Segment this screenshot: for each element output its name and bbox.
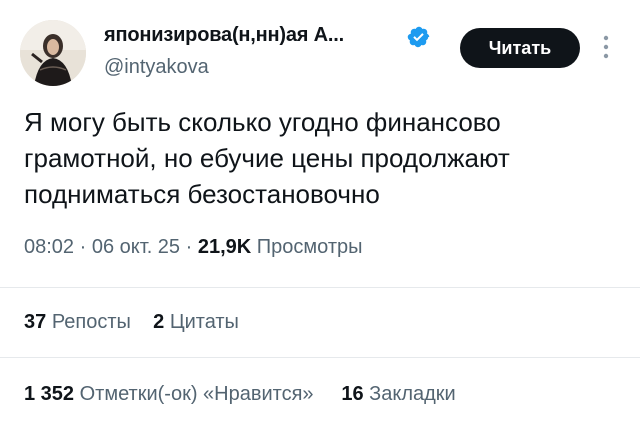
views-label: Просмотры (256, 236, 363, 258)
more-options-icon[interactable] (596, 30, 616, 64)
engagement-row-likes: 1 352 Отметки(-ок) «Нравится» 16 Закладк… (24, 383, 456, 406)
divider (0, 357, 640, 358)
views-count: 21,9K (197, 236, 252, 258)
avatar[interactable] (20, 20, 86, 86)
tweet-time[interactable]: 08:02 (24, 236, 74, 258)
meta-separator: · (180, 236, 198, 258)
quotes-label: Цитаты (169, 311, 239, 333)
tweet-text: Я могу быть сколько угодно финансово гра… (24, 107, 510, 209)
verified-badge-icon (407, 26, 430, 48)
meta-separator: · (74, 236, 92, 258)
engagement-row-reposts: 37 Репосты 2 Цитаты (24, 311, 239, 334)
bookmarks-label: Закладки (369, 383, 456, 405)
bookmarks-count: 16 (341, 383, 364, 405)
divider (0, 287, 640, 288)
reposts-stat[interactable]: 37 Репосты (24, 311, 131, 333)
likes-label: Отметки(-ок) «Нравится» (79, 383, 314, 405)
quotes-count: 2 (153, 311, 165, 333)
likes-stat[interactable]: 1 352 Отметки(-ок) «Нравится» (24, 383, 314, 405)
author-handle[interactable]: @intyakova (104, 56, 209, 79)
reposts-label: Репосты (51, 311, 131, 333)
likes-count: 1 352 (24, 383, 75, 405)
follow-button[interactable]: Читать (460, 28, 580, 68)
quotes-stat[interactable]: 2 Цитаты (153, 311, 239, 333)
tweet-date[interactable]: 06 окт. 25 (92, 236, 180, 258)
tweet-meta: 08:02 · 06 окт. 25 · 21,9K Просмотры (24, 236, 362, 259)
reposts-count: 37 (24, 311, 47, 333)
author-display-name[interactable]: японизирова(н,нн)ая А... (104, 24, 344, 47)
bookmarks-stat[interactable]: 16 Закладки (341, 383, 455, 405)
avatar-image (20, 20, 86, 86)
